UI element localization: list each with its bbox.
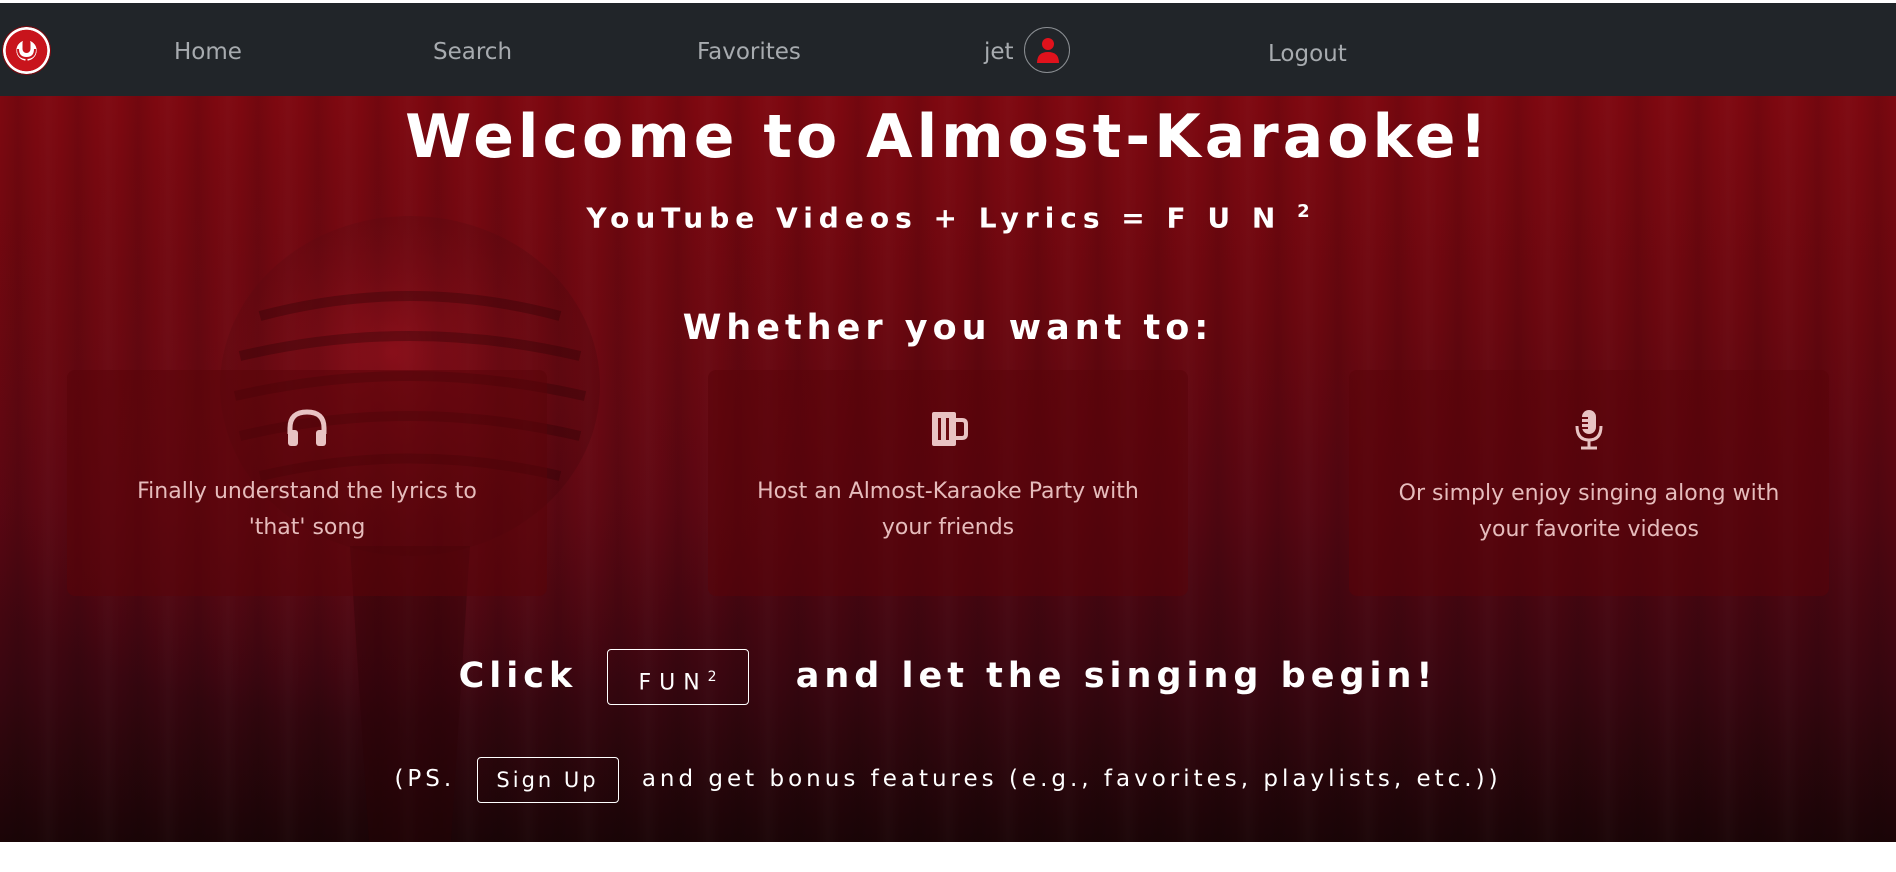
nav-username-link[interactable]: jet [984, 37, 1014, 67]
top-navbar: Home Search Favorites jet Logout [0, 0, 1896, 96]
feature-card-lyrics: Finally understand the lyrics to 'that' … [67, 370, 547, 596]
user-icon [1037, 38, 1059, 63]
cta-prefix: Click [458, 656, 578, 696]
hero-section: Welcome to Almost-Karaoke! YouTube Video… [0, 96, 1896, 842]
hero-subtitle-text: YouTube Videos + Lyrics = F U N [586, 201, 1282, 235]
cta-suffix: and let the singing begin! [795, 656, 1438, 696]
feature-card-text: Host an Almost-Karaoke Party with your f… [757, 479, 1139, 540]
feature-card-party: Host an Almost-Karaoke Party with your f… [708, 370, 1188, 596]
hero-title: Welcome to Almost-Karaoke! [405, 102, 1491, 172]
user-avatar[interactable] [1024, 27, 1070, 73]
fun-button-sup: 2 [707, 669, 717, 685]
feature-card-text: Or simply enjoy singing along with your … [1398, 481, 1780, 542]
call-to-action: Click FUN2 and let the singing begin! [0, 648, 1896, 705]
nav-home-link[interactable]: Home [174, 37, 242, 67]
microphone-icon [1575, 410, 1603, 450]
nav-search-link[interactable]: Search [433, 37, 512, 67]
ps-suffix: and get bonus features (e.g., favorites,… [641, 766, 1502, 792]
feature-card-singing: Or simply enjoy singing along with your … [1349, 370, 1829, 596]
almost-karaoke-logo-icon[interactable] [3, 27, 50, 74]
nav-favorites-link[interactable]: Favorites [697, 37, 801, 67]
ps-prefix: (PS. [394, 766, 456, 792]
whether-heading: Whether you want to: [682, 308, 1214, 348]
nav-logout-link[interactable]: Logout [1268, 39, 1347, 69]
fun-button-label: FUN [638, 670, 708, 696]
fun-squared-button[interactable]: FUN2 [606, 649, 749, 705]
hero-subtitle-sup: 2 [1297, 201, 1310, 222]
feature-card-text: Finally understand the lyrics to 'that' … [137, 479, 477, 540]
hero-subtitle: YouTube Videos + Lyrics = F U N 2 [0, 194, 1896, 236]
ps-signup-note: (PS. Sign Up and get bonus features (e.g… [0, 756, 1896, 803]
sign-up-button[interactable]: Sign Up [476, 756, 619, 803]
beer-mug-icon [932, 412, 968, 446]
headphones-icon [287, 409, 327, 446]
